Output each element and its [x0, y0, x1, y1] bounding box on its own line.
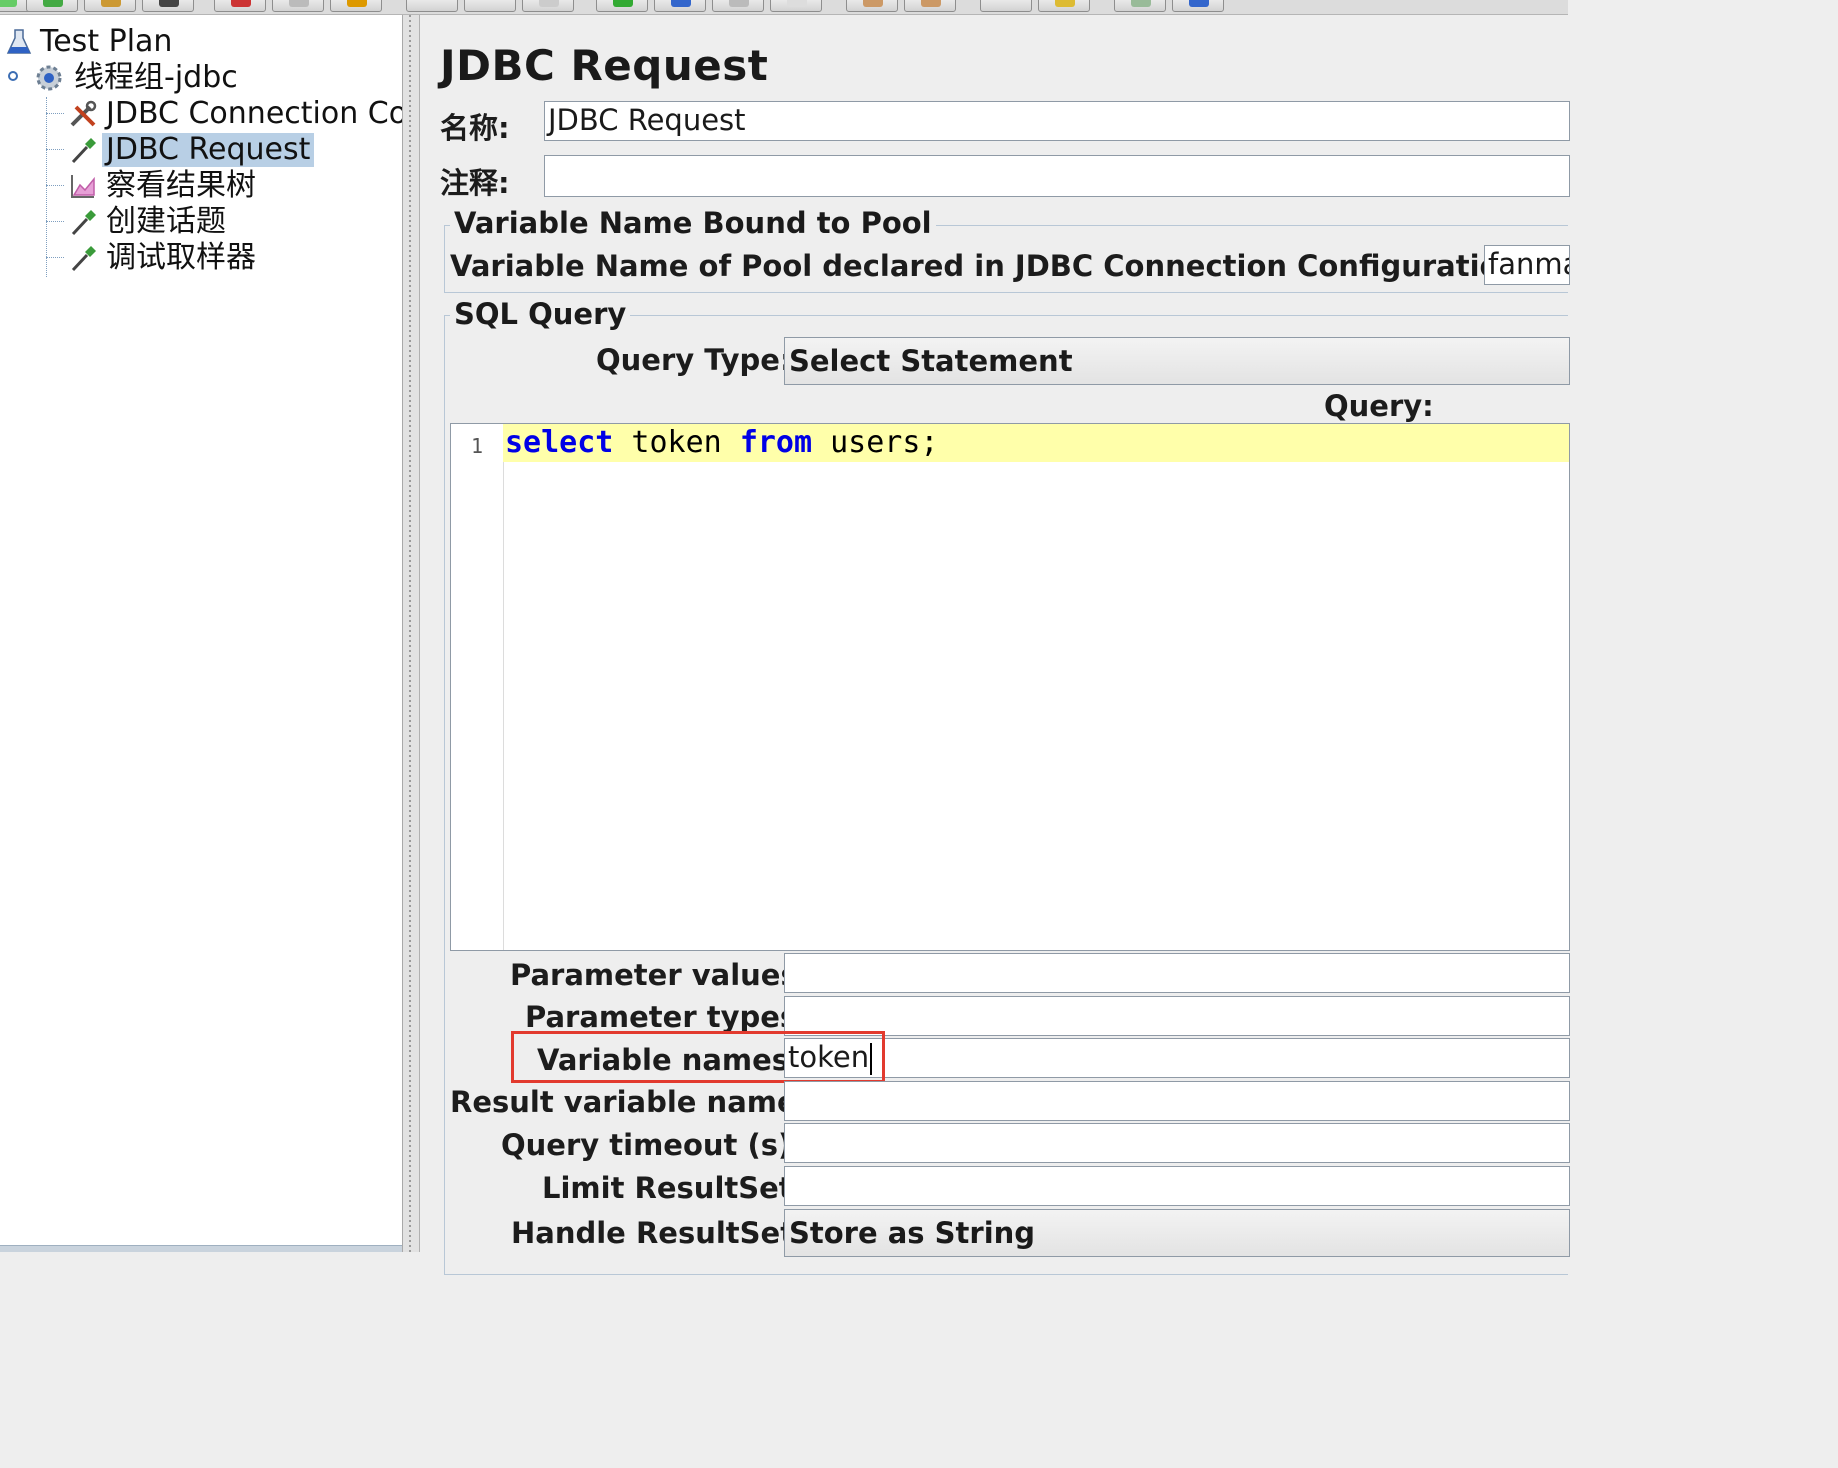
- tree-connector: [46, 149, 64, 150]
- start-icon[interactable]: [596, 0, 648, 12]
- pool-name-field[interactable]: fanma: [1484, 245, 1570, 285]
- tree-item-test-plan[interactable]: Test Plan: [36, 25, 176, 59]
- tree-item-label: JDBC Request: [102, 133, 315, 167]
- toolbar: [0, 0, 1568, 15]
- wrench-icon: [70, 100, 97, 127]
- query-label: Query:: [1324, 389, 1434, 423]
- line-number: 1: [470, 434, 483, 458]
- tree-item-jdbc-connection[interactable]: JDBC Connection Co: [102, 96, 403, 131]
- gear-icon: [36, 65, 62, 91]
- function-helper-icon[interactable]: [1114, 0, 1166, 12]
- tree-connector: [46, 221, 64, 222]
- clear-all-icon[interactable]: [904, 0, 956, 12]
- shutdown-icon[interactable]: [770, 0, 822, 12]
- sql-text: token: [613, 425, 740, 460]
- tree-horizontal-scrollbar[interactable]: [0, 1245, 402, 1252]
- tree-item-label: 察看结果树: [106, 168, 256, 203]
- toggle-icon[interactable]: [522, 0, 574, 12]
- panel-title: JDBC Request: [440, 41, 769, 90]
- pipette-icon: [71, 138, 96, 164]
- tree-item-label: 线程组-jdbc: [74, 60, 238, 95]
- tree-connector: [46, 257, 64, 258]
- handle-resultset-select[interactable]: Store as String: [784, 1209, 1570, 1257]
- save-icon[interactable]: [142, 0, 194, 12]
- query-editor[interactable]: 1 select token from users;: [450, 423, 1570, 951]
- comment-field[interactable]: [544, 155, 1570, 197]
- collapse-icon[interactable]: [464, 0, 516, 12]
- limit-resultset-label: Limit ResultSet:: [542, 1171, 805, 1205]
- search-icon[interactable]: [980, 0, 1032, 12]
- flask-icon: [6, 29, 32, 54]
- tree-item-label: JDBC Connection Co: [106, 96, 403, 131]
- pipette-icon: [71, 246, 96, 272]
- result-variable-field[interactable]: [784, 1081, 1570, 1121]
- tree-item-label: Test Plan: [40, 24, 173, 59]
- tree-connector: [46, 113, 64, 114]
- tree-item-label: 调试取样器: [106, 240, 256, 275]
- test-plan-tree[interactable]: Test Plan 线程组-jdbc JDBC Connection Co JD…: [0, 15, 403, 1252]
- tree-item-jdbc-request[interactable]: JDBC Request: [102, 133, 315, 167]
- query-type-select[interactable]: Select Statement: [784, 337, 1570, 385]
- tree-item-thread-group[interactable]: 线程组-jdbc: [70, 61, 242, 95]
- tree-item-label: 创建话题: [106, 204, 226, 239]
- name-label: 名称:: [440, 111, 510, 145]
- open-icon[interactable]: [84, 0, 136, 12]
- clear-icon[interactable]: [846, 0, 898, 12]
- help-icon[interactable]: [1172, 0, 1224, 12]
- sampler-panel: JDBC Request 名称: JDBC Request 注释: Variab…: [420, 15, 1570, 1275]
- parameter-values-field[interactable]: [784, 953, 1570, 993]
- templates-icon[interactable]: [26, 0, 78, 12]
- sql-group-title: SQL Query: [450, 297, 631, 331]
- tree-item-create-topic[interactable]: 创建话题: [102, 205, 230, 239]
- handle-resultset-label: Handle ResultSet:: [511, 1216, 806, 1250]
- name-field[interactable]: JDBC Request: [544, 101, 1570, 141]
- paste-icon[interactable]: [330, 0, 382, 12]
- pool-label: Variable Name of Pool declared in JDBC C…: [450, 249, 1532, 283]
- pipette-icon: [71, 210, 96, 236]
- chart-icon: [71, 175, 95, 198]
- tree-connector: [46, 97, 47, 277]
- tree-item-debug-sampler[interactable]: 调试取样器: [102, 241, 260, 275]
- parameter-types-label: Parameter types:: [525, 1000, 809, 1034]
- sql-text: users;: [812, 425, 939, 460]
- expand-toggle-icon[interactable]: [8, 71, 18, 81]
- stop-icon[interactable]: [712, 0, 764, 12]
- parameter-types-field[interactable]: [784, 996, 1570, 1036]
- tree-item-view-results[interactable]: 察看结果树: [102, 169, 260, 203]
- variable-names-field[interactable]: token: [784, 1038, 1570, 1078]
- query-timeout-label: Query timeout (s):: [501, 1128, 803, 1162]
- parameter-values-label: Parameter values:: [510, 958, 810, 992]
- copy-icon[interactable]: [272, 0, 324, 12]
- comment-label: 注释:: [440, 166, 510, 200]
- cut-icon[interactable]: [214, 0, 266, 12]
- tree-connector: [46, 185, 64, 186]
- result-variable-label: Result variable name:: [450, 1085, 809, 1119]
- start-no-pause-icon[interactable]: [654, 0, 706, 12]
- query-timeout-field[interactable]: [784, 1123, 1570, 1163]
- sql-keyword-from: from: [739, 425, 813, 460]
- sql-keyword-select: select: [505, 425, 614, 460]
- expand-icon[interactable]: [406, 0, 458, 12]
- pool-group-title: Variable Name Bound to Pool: [450, 206, 936, 240]
- panel-splitter[interactable]: [403, 15, 420, 1252]
- reset-search-icon[interactable]: [1038, 0, 1090, 12]
- query-code: select token from users;: [505, 424, 939, 462]
- current-line-highlight: select token from users;: [503, 424, 1569, 462]
- query-type-label: Query Type:: [596, 343, 792, 377]
- line-number-gutter: 1: [451, 424, 504, 950]
- annotation-highlight-box: [511, 1031, 885, 1083]
- limit-resultset-field[interactable]: [784, 1166, 1570, 1206]
